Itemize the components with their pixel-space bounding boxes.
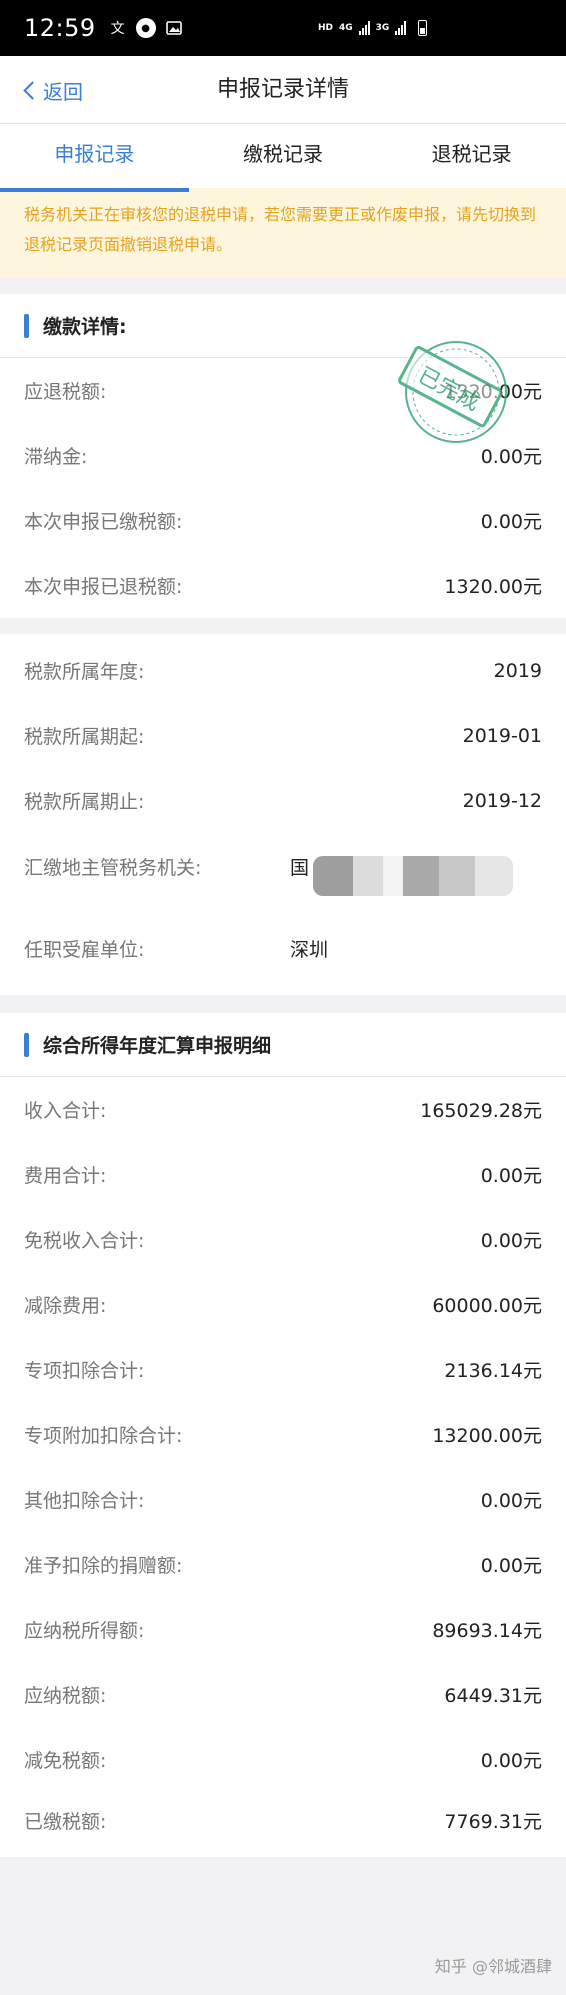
tax-period-card: 税款所属年度: 2019 税款所属期起: 2019-01 税款所属期止: 2019-1… xyxy=(0,634,566,995)
back-label: 返回 xyxy=(43,79,83,104)
detail-row: 专项附加扣除合计: 13200.00元 xyxy=(0,1402,566,1467)
signal-icon xyxy=(358,21,370,35)
detail-row: 专项扣除合计: 2136.14元 xyxy=(0,1337,566,1402)
detail-row: 已缴税额: 7769.31元 xyxy=(0,1792,566,1857)
row-value: 0.00元 xyxy=(480,1555,542,1577)
row-value: 2019 xyxy=(493,659,542,682)
row-label: 专项扣除合计: xyxy=(24,1360,145,1382)
redacted-authority-blur xyxy=(313,856,513,896)
row-value: 0.00元 xyxy=(480,1750,542,1772)
row-label: 准予扣除的捐赠额: xyxy=(24,1555,183,1577)
battery-icon xyxy=(418,20,428,36)
row-value: 0.00元 xyxy=(480,511,542,533)
row-value: 0.00元 xyxy=(480,1490,542,1512)
row-value: 2019-12 xyxy=(462,789,542,812)
row-value: 165029.28元 xyxy=(420,1100,542,1122)
chevron-left-icon xyxy=(23,80,42,100)
notification-badge-icon: ● xyxy=(135,18,156,38)
row-value: 国 xyxy=(290,857,310,879)
row-value: 1320.00元 xyxy=(444,381,542,403)
section-header: 综合所得年度汇算申报明细 xyxy=(0,1013,566,1077)
row-value: 7769.31元 xyxy=(444,1811,542,1833)
detail-row: 其他扣除合计: 0.00元 xyxy=(0,1467,566,1532)
detail-row: 税款所属期起: 2019-01 xyxy=(0,703,566,768)
row-label: 已缴税额: xyxy=(24,1811,107,1833)
row-label: 收入合计: xyxy=(24,1100,107,1122)
detail-row: 应退税额: 1320.00元 xyxy=(0,358,566,423)
row-value: 0.00元 xyxy=(480,1230,542,1252)
nav-bar: 申报记录详情 返回 xyxy=(0,56,566,124)
detail-row: 任职受雇单位: 深圳 xyxy=(0,913,566,983)
section-header: 缴款详情: xyxy=(0,294,566,358)
detail-row: 应纳税所得额: 89693.14元 xyxy=(0,1597,566,1662)
3g-label: 3G xyxy=(375,23,390,33)
section-marker xyxy=(24,1032,29,1057)
4g-label: 4G xyxy=(339,23,353,33)
detail-row: 费用合计: 0.00元 xyxy=(0,1142,566,1207)
row-value: 2136.14元 xyxy=(444,1360,542,1382)
row-label: 费用合计: xyxy=(24,1165,107,1187)
row-value: 1320.00元 xyxy=(444,576,542,598)
row-label: 应退税额: xyxy=(24,381,107,403)
detail-row: 本次申报已退税额: 1320.00元 xyxy=(0,553,566,618)
status-icons: 文 ● xyxy=(108,18,184,38)
section-marker xyxy=(24,313,29,338)
row-label: 任职受雇单位: xyxy=(24,938,145,961)
row-value: 89693.14元 xyxy=(432,1620,542,1642)
row-label: 其他扣除合计: xyxy=(24,1490,145,1512)
row-label: 应纳税所得额: xyxy=(24,1620,145,1642)
row-label: 应纳税额: xyxy=(24,1685,107,1707)
tab-refund-records[interactable]: 退税记录 xyxy=(377,124,566,188)
detail-row: 滞纳金: 0.00元 xyxy=(0,423,566,488)
detail-row: 税款所属期止: 2019-12 xyxy=(0,768,566,833)
back-button[interactable]: 返回 xyxy=(22,56,83,124)
detail-row: 减免税额: 0.00元 xyxy=(0,1727,566,1792)
row-value: 2019-01 xyxy=(462,724,542,747)
image-icon xyxy=(164,18,184,38)
row-label: 专项附加扣除合计: xyxy=(24,1425,183,1447)
row-label: 滞纳金: xyxy=(24,446,88,468)
hd-label: HD xyxy=(318,23,334,33)
tab-declaration-records[interactable]: 申报记录 xyxy=(0,124,189,192)
section-title: 缴款详情: xyxy=(43,316,127,338)
section-title: 综合所得年度汇算申报明细 xyxy=(43,1035,272,1057)
detail-row: 本次申报已缴税额: 0.00元 xyxy=(0,488,566,553)
row-value: 0.00元 xyxy=(480,446,542,468)
row-label: 税款所属年度: xyxy=(24,661,145,683)
row-value: 6449.31元 xyxy=(444,1685,542,1707)
detail-row: 应纳税额: 6449.31元 xyxy=(0,1662,566,1727)
detail-row: 准予扣除的捐赠额: 0.00元 xyxy=(0,1532,566,1597)
row-label: 减免税额: xyxy=(24,1750,107,1772)
row-value: 深圳 xyxy=(290,938,329,961)
status-time: 12:59 xyxy=(24,14,96,42)
row-label: 本次申报已缴税额: xyxy=(24,511,183,533)
row-label: 本次申报已退税额: xyxy=(24,576,183,598)
status-bar: 12:59 文 ● HD 4G 3G xyxy=(0,0,566,56)
annual-settlement-card: 综合所得年度汇算申报明细 收入合计: 165029.28元 费用合计: 0.00元 … xyxy=(0,1013,566,1857)
page-title: 申报记录详情 xyxy=(216,77,349,102)
translate-icon: 文 xyxy=(110,21,125,37)
watermark: 知乎 @邻城酒肆 xyxy=(434,1957,552,1976)
signal-icon-2 xyxy=(395,21,407,35)
row-value: 0.00元 xyxy=(480,1165,542,1187)
detail-row: 税款所属年度: 2019 xyxy=(0,638,566,703)
detail-row: 减除费用: 60000.00元 xyxy=(0,1272,566,1337)
network-indicators: HD 4G 3G xyxy=(318,0,428,56)
detail-row: 免税收入合计: 0.00元 xyxy=(0,1207,566,1272)
payment-details-card: 缴款详情: 应退税额: 1320.00元 滞纳金: 0.00元 本次申报已缴税额: 0… xyxy=(0,294,566,618)
tab-payment-records[interactable]: 缴税记录 xyxy=(189,124,378,188)
notice-banner: 税务机关正在审核您的退税申请，若您需要更正或作废申报，请先切换到退税记录页面撤销… xyxy=(0,188,566,278)
row-label: 税款所属期止: xyxy=(24,791,145,813)
row-value: 60000.00元 xyxy=(432,1295,542,1317)
tab-bar: 申报记录 缴税记录 退税记录 xyxy=(0,124,566,192)
detail-row: 收入合计: 165029.28元 xyxy=(0,1077,566,1142)
row-label: 汇缴地主管税务机关: xyxy=(24,857,202,879)
row-label: 税款所属期起: xyxy=(24,726,145,748)
row-label: 免税收入合计: xyxy=(24,1230,145,1252)
row-value: 13200.00元 xyxy=(432,1425,542,1447)
row-label: 减除费用: xyxy=(24,1295,107,1317)
